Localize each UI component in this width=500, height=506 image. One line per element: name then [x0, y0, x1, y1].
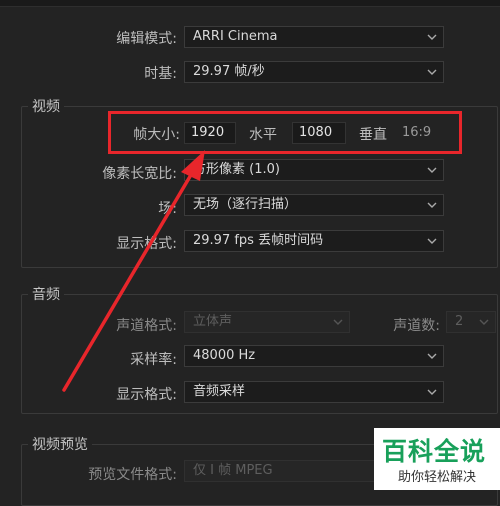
- arrow-head: [181, 150, 205, 181]
- watermark-main-text: 百科全说: [382, 437, 487, 466]
- watermark-sub-text: 助你轻松解决: [397, 470, 476, 485]
- watermark-logo: 百科全说 助你轻松解决: [374, 428, 500, 490]
- arrow-shaft: [62, 166, 197, 392]
- annotation-arrow: [62, 150, 205, 392]
